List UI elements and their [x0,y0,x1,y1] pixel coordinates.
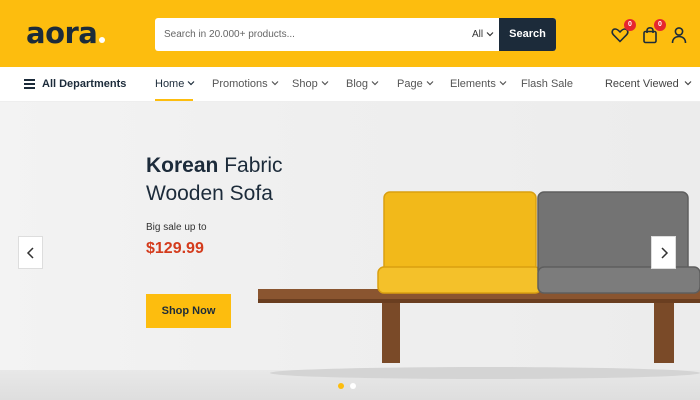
logo-dot [99,37,106,43]
hero-title-bold: Korean [146,154,219,177]
slider-dot[interactable] [350,383,356,389]
nav-item-promotions[interactable]: Promotions [212,67,279,102]
hero-title: Korean Fabric Wooden Sofa [146,152,283,208]
nav-item-label: Promotions [212,78,268,90]
chevron-down-icon [321,67,329,102]
nav-item-elements[interactable]: Elements [450,67,507,102]
nav-item-label: Home [155,78,185,90]
sofa-image [258,191,700,379]
chevron-down-icon [271,67,279,102]
logo-text: aora [26,16,98,50]
chevron-down-icon [426,67,434,102]
search-input[interactable] [155,18,455,51]
chevron-down-icon [499,67,507,102]
slider-next-button[interactable] [651,236,676,269]
hero-title-line2: Wooden Sofa [146,182,273,205]
menu-icon [24,79,35,89]
search-category-label: All [472,29,484,40]
nav-item-home[interactable]: Home [155,67,195,102]
nav-item-flash-sale[interactable]: Flash Sale [521,67,573,102]
search-category-select[interactable]: All [472,18,494,51]
chevron-down-icon [682,80,692,89]
chevron-down-icon [486,18,494,51]
logo[interactable]: aora [26,16,106,50]
nav-item-page[interactable]: Page [397,67,434,102]
nav-item-label: Shop [292,78,318,90]
nav-item-shop[interactable]: Shop [292,67,329,102]
chevron-left-icon [26,245,36,261]
wishlist-button[interactable]: 0 [610,19,636,45]
header-bar: aora All Search 0 0 [0,0,700,67]
main-nav: All Departments Home Promotions Shop Blo… [0,67,700,102]
wishlist-count-badge: 0 [624,19,636,31]
all-departments-label: All Departments [42,78,127,90]
nav-item-blog[interactable]: Blog [346,67,379,102]
search-button[interactable]: Search [499,18,556,51]
search-bar: All Search [155,18,556,51]
hero-title-rest: Fabric [218,154,283,177]
heart-icon [610,28,630,49]
hero-slider: Korean Fabric Wooden Sofa Big sale up to… [0,102,700,400]
slider-prev-button[interactable] [18,236,43,269]
slider-dots [338,376,362,394]
hero-subtitle: Big sale up to [146,222,207,233]
nav-item-label: Page [397,78,423,90]
all-departments-button[interactable]: All Departments [24,67,126,102]
active-nav-indicator [155,99,193,101]
hero-price: $129.99 [146,240,204,257]
nav-item-label: Blog [346,78,369,90]
nav-item-label: Flash Sale [521,78,573,90]
nav-item-label: Elements [450,78,496,90]
recent-viewed-dropdown[interactable]: Recent Viewed [605,67,692,102]
slider-dot-active[interactable] [338,383,344,389]
chevron-right-icon [659,245,669,261]
recent-viewed-label: Recent Viewed [604,78,679,90]
cart-count-badge: 0 [654,19,666,31]
shop-now-button[interactable]: Shop Now [146,294,231,328]
bag-icon [640,26,660,49]
chevron-down-icon [371,67,379,102]
user-icon [669,27,689,49]
cart-button[interactable]: 0 [640,19,666,45]
account-button[interactable] [669,25,689,45]
chevron-down-icon [187,67,195,102]
